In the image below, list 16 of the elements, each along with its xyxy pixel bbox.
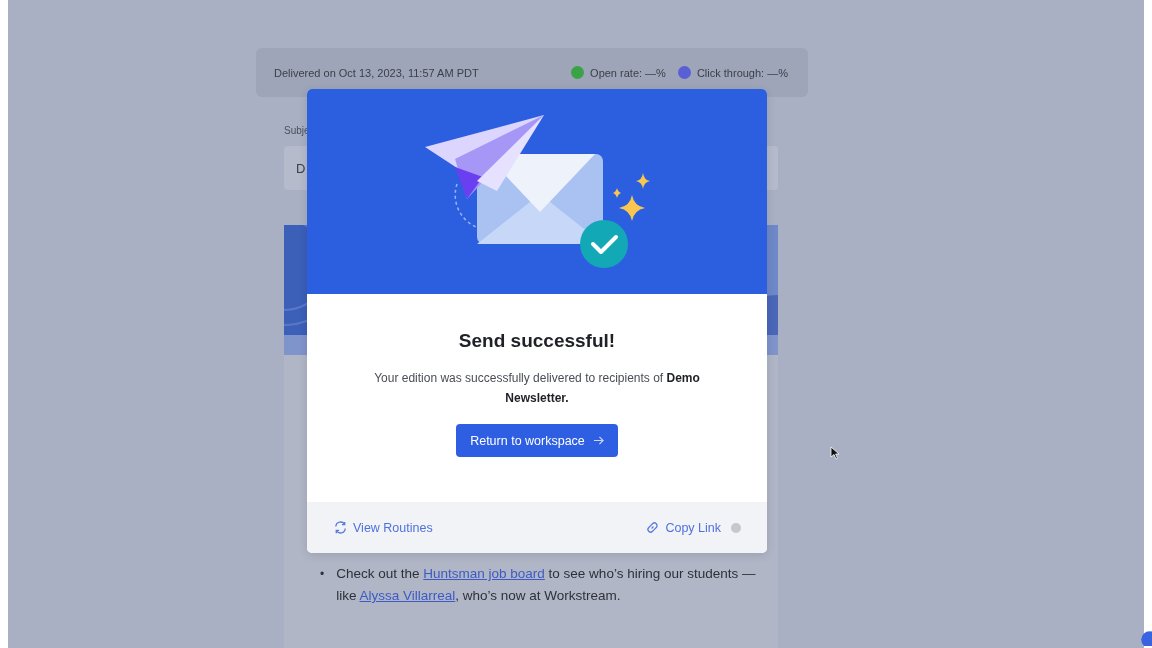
- delivery-date: Delivered on Oct 13, 2023, 11:57 AM PDT: [274, 66, 479, 79]
- dialog-title: Send successful!: [458, 330, 616, 352]
- refresh-icon: [333, 520, 348, 535]
- text-link[interactable]: Huntsman job board: [423, 566, 545, 581]
- dialog-message: Your edition was successfully delivered to recipients of Demo Newsletter.: [373, 370, 701, 407]
- arrow-icon: [592, 435, 604, 446]
- routines-link[interactable]: View Routines: [333, 520, 433, 535]
- link-icon: [645, 520, 661, 535]
- copy-link[interactable]: Copy Link: [645, 520, 721, 535]
- info-icon: [731, 522, 741, 533]
- cursor-icon: [830, 446, 840, 460]
- stat-label: Click through: —%: [696, 66, 788, 79]
- return-button[interactable]: Return to workspace: [456, 424, 618, 457]
- bullet-text: Check out the Huntsman job board to see who’s hiring our students — like Alyssa Villarreal, who’s now at Workstream.: [336, 565, 757, 605]
- stat-label: Open rate: —%: [590, 66, 666, 79]
- bullet-marker: •: [320, 566, 325, 583]
